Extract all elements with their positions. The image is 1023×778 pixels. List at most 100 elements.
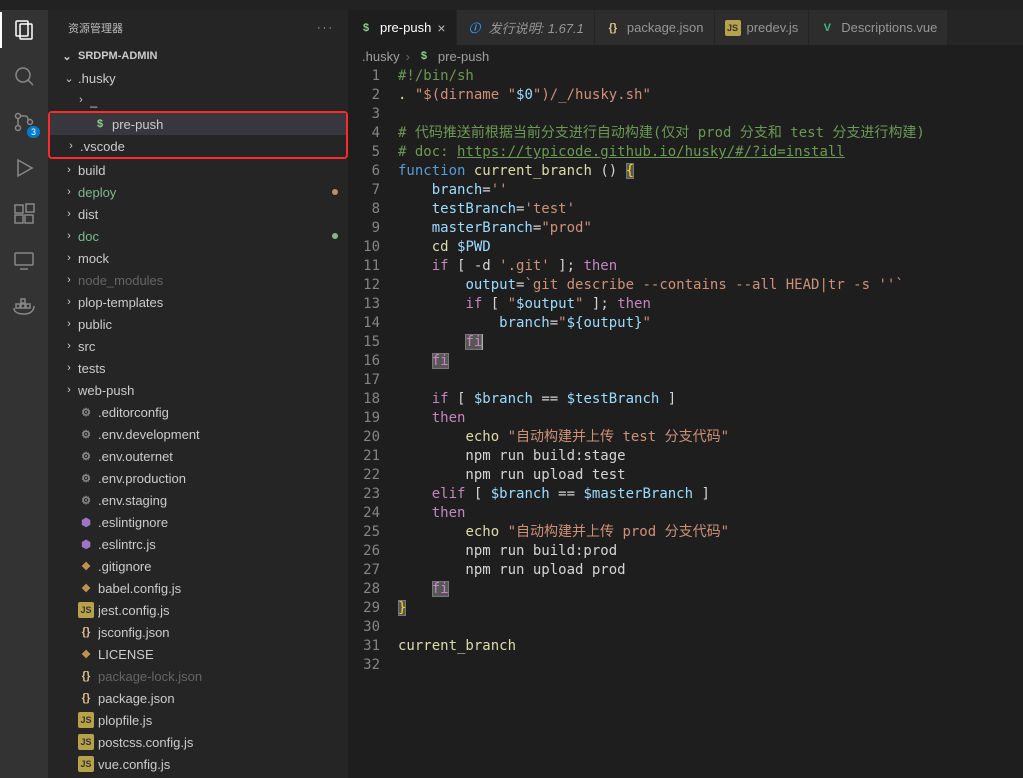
- file-item[interactable]: ❖ babel.config.js: [48, 577, 348, 599]
- file-item[interactable]: ⚙.env.staging: [48, 489, 348, 511]
- editor-panel: $pre-push×ⓘ发行说明: 1.67.1{}package.jsonJSp…: [348, 10, 1023, 778]
- chevron-right-icon: ›: [64, 296, 74, 308]
- item-label: web-push: [78, 383, 348, 398]
- editor-tab[interactable]: $pre-push×: [348, 10, 457, 45]
- item-label: postcss.config.js: [98, 735, 348, 750]
- docker-icon[interactable]: [10, 292, 38, 320]
- item-label: .vscode: [80, 139, 346, 154]
- gear-icon: ⚙: [78, 426, 94, 442]
- item-label: package.json: [98, 691, 348, 706]
- config-icon: ❖: [78, 558, 94, 574]
- info-icon: ⓘ: [467, 20, 483, 36]
- file-item[interactable]: JS jest.config.js: [48, 599, 348, 621]
- tab-label: package.json: [627, 20, 704, 35]
- sidebar-title: 资源管理器: [68, 20, 123, 36]
- file-item[interactable]: ⚙ .editorconfig: [48, 401, 348, 423]
- js-icon: JS: [78, 734, 94, 750]
- item-label: .editorconfig: [98, 405, 348, 420]
- crumb-file[interactable]: pre-push: [438, 49, 489, 64]
- chevron-right-icon: ›: [64, 274, 74, 286]
- folder-item[interactable]: ›plop-templates: [48, 291, 348, 313]
- item-label: doc: [78, 229, 328, 244]
- scm-icon[interactable]: 3: [10, 108, 38, 136]
- file-item[interactable]: ⚙.env.production: [48, 467, 348, 489]
- sidebar-more-icon[interactable]: ···: [317, 22, 334, 34]
- item-label: mock: [78, 251, 348, 266]
- folder-item[interactable]: ›dist: [48, 203, 348, 225]
- json-icon: {}: [78, 690, 94, 706]
- folder-item[interactable]: ›mock: [48, 247, 348, 269]
- file-item[interactable]: {} package-lock.json: [48, 665, 348, 687]
- item-label: .eslintrc.js: [98, 537, 348, 552]
- explorer-icon[interactable]: [10, 16, 38, 44]
- item-label: pre-push: [112, 117, 346, 132]
- code-editor[interactable]: 1234567891011121314151617181920212223242…: [348, 67, 1023, 778]
- folder-item[interactable]: ›tests: [48, 357, 348, 379]
- file-item[interactable]: $pre-push: [50, 113, 346, 135]
- tab-label: pre-push: [380, 20, 431, 35]
- close-icon[interactable]: ×: [437, 20, 445, 36]
- folder-item[interactable]: › web-push: [48, 379, 348, 401]
- file-item[interactable]: ⚙ .env.outernet: [48, 445, 348, 467]
- item-label: package-lock.json: [98, 669, 348, 684]
- editor-tabs: $pre-push×ⓘ发行说明: 1.67.1{}package.jsonJSp…: [348, 10, 1023, 45]
- item-label: .husky: [78, 71, 348, 86]
- sidebar-root[interactable]: ⌄ SRDPM-ADMIN: [48, 45, 348, 67]
- gear-icon: ⚙: [78, 448, 94, 464]
- chevron-right-icon: ›: [64, 208, 74, 220]
- item-label: babel.config.js: [98, 581, 348, 596]
- json-icon: {}: [78, 624, 94, 640]
- file-item[interactable]: ⬢.eslintignore: [48, 511, 348, 533]
- item-label: jest.config.js: [98, 603, 348, 618]
- file-item[interactable]: JS postcss.config.js: [48, 731, 348, 753]
- search-icon[interactable]: [10, 62, 38, 90]
- file-item[interactable]: JSplopfile.js: [48, 709, 348, 731]
- file-item[interactable]: {} package.json: [48, 687, 348, 709]
- chevron-right-icon: ›: [64, 384, 74, 396]
- gear-icon: ⚙: [78, 404, 94, 420]
- folder-item[interactable]: ›.vscode: [50, 135, 346, 157]
- editor-tab[interactable]: {}package.json: [595, 10, 715, 45]
- config-icon: ❖: [78, 580, 94, 596]
- item-label: build: [78, 163, 348, 178]
- file-item[interactable]: ⚙.env.development: [48, 423, 348, 445]
- folder-item[interactable]: ›public: [48, 313, 348, 335]
- folder-item[interactable]: › node_modules: [48, 269, 348, 291]
- js-icon: JS: [78, 602, 94, 618]
- gear-icon: ⚙: [78, 470, 94, 486]
- item-label: _: [90, 93, 348, 108]
- folder-item[interactable]: ›build: [48, 159, 348, 181]
- item-label: public: [78, 317, 348, 332]
- item-label: node_modules: [78, 273, 348, 288]
- editor-tab[interactable]: ⓘ发行说明: 1.67.1: [457, 10, 595, 45]
- file-item[interactable]: ⬢.eslintrc.js: [48, 533, 348, 555]
- run-icon[interactable]: [10, 154, 38, 182]
- item-label: deploy: [78, 185, 328, 200]
- file-item[interactable]: ❖ .gitignore: [48, 555, 348, 577]
- chevron-down-icon: ⌄: [62, 50, 72, 63]
- titlebar: [0, 0, 1023, 10]
- folder-item[interactable]: ›src: [48, 335, 348, 357]
- json-icon: {}: [78, 668, 94, 684]
- editor-tab[interactable]: VDescriptions.vue: [809, 10, 948, 45]
- folder-item[interactable]: ›deploy: [48, 181, 348, 203]
- folder-item[interactable]: ›doc: [48, 225, 348, 247]
- crumb-folder[interactable]: .husky: [362, 49, 400, 64]
- folder-item[interactable]: ›_: [48, 89, 348, 111]
- item-label: .gitignore: [98, 559, 348, 574]
- extensions-icon[interactable]: [10, 200, 38, 228]
- file-tree: ⌄.husky›_$pre-push›.vscode›build›deploy›…: [48, 67, 348, 778]
- editor-tab[interactable]: JSpredev.js: [715, 10, 810, 45]
- file-item[interactable]: ❖LICENSE: [48, 643, 348, 665]
- item-label: plopfile.js: [98, 713, 348, 728]
- js-icon: JS: [78, 756, 94, 772]
- item-label: .env.outernet: [98, 449, 348, 464]
- file-item[interactable]: JSvue.config.js: [48, 753, 348, 775]
- config-icon: ❖: [78, 646, 94, 662]
- remote-icon[interactable]: [10, 246, 38, 274]
- folder-item[interactable]: ⌄.husky: [48, 67, 348, 89]
- file-item[interactable]: {}jsconfig.json: [48, 621, 348, 643]
- breadcrumb[interactable]: .husky › $ pre-push: [348, 45, 1023, 67]
- root-label: SRDPM-ADMIN: [78, 50, 157, 62]
- explorer-sidebar: 资源管理器 ··· ⌄ SRDPM-ADMIN ⌄.husky›_$pre-pu…: [48, 10, 348, 778]
